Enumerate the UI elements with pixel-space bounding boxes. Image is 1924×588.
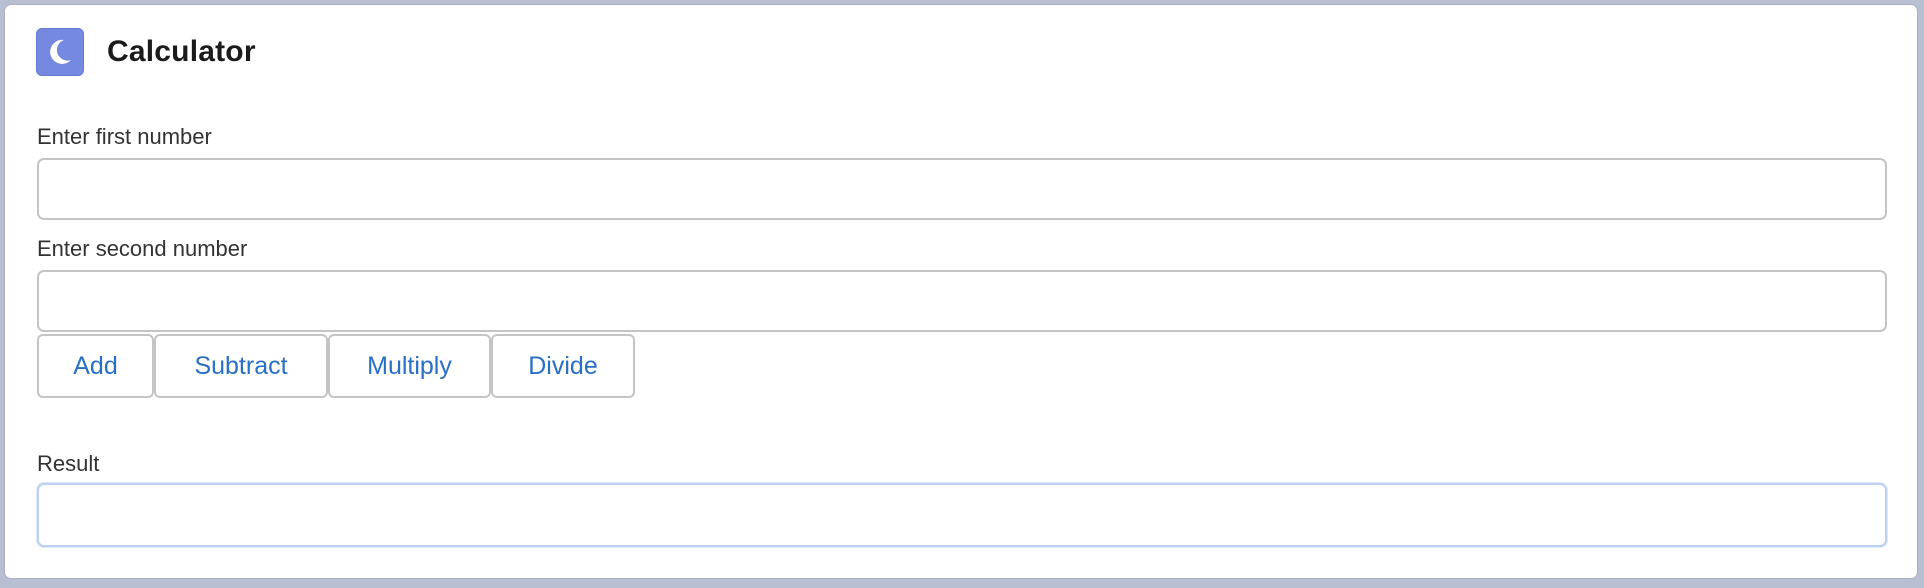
operation-buttons: Add Subtract Multiply Divide [37,334,635,398]
add-button[interactable]: Add [37,334,154,398]
page-title: Calculator [107,35,256,68]
first-number-label: Enter first number [37,124,212,149]
calculator-window: Calculator Enter first number Enter seco… [4,4,1918,579]
moon-icon [36,28,84,76]
subtract-button[interactable]: Subtract [154,334,328,398]
divide-button[interactable]: Divide [491,334,635,398]
multiply-button[interactable]: Multiply [328,334,491,398]
app-header: Calculator [36,28,256,76]
result-field[interactable] [37,483,1887,547]
second-number-label: Enter second number [37,236,248,261]
result-label: Result [37,451,100,476]
first-number-input[interactable] [37,158,1887,220]
second-number-input[interactable] [37,270,1887,332]
